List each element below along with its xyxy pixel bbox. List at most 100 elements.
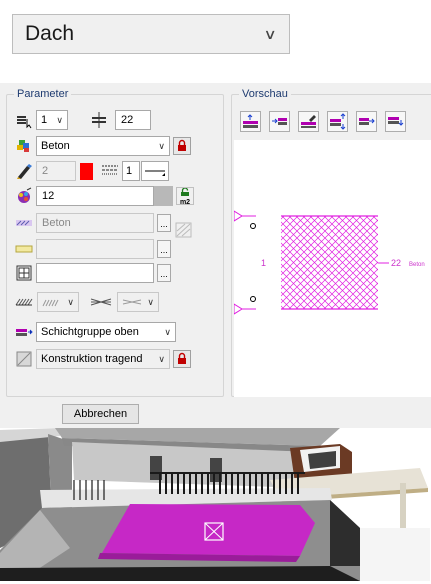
line-type-icon [101, 162, 119, 180]
section-icon [15, 264, 33, 282]
hatch-icon [15, 214, 33, 232]
row-count-thickness: 1 ∨ 22 [15, 109, 151, 131]
chevron-down-icon: ∨ [158, 353, 165, 364]
top-marker-icon [233, 210, 243, 222]
line-style-select[interactable] [141, 161, 169, 181]
thickness-input[interactable]: 22 [115, 110, 151, 130]
layer-add-right-button[interactable] [356, 111, 377, 132]
pattern-b-select[interactable]: ∨ [117, 292, 159, 312]
pen-input[interactable]: 2 [36, 161, 76, 181]
material-icon [15, 137, 33, 155]
layer-down-icon [388, 117, 404, 126]
cancel-button[interactable]: Abbrechen [62, 404, 139, 424]
component-type-dropdown[interactable]: Dach ∨ [12, 14, 290, 54]
lock-open-icon [180, 186, 190, 199]
bottom-marker-icon [233, 303, 243, 315]
layer-insert-button[interactable] [269, 111, 290, 132]
layer-preview-drawing: 1 22 Beton [233, 210, 425, 315]
layer-edit-button[interactable] [298, 111, 319, 132]
m2-lock-button[interactable]: m2 [176, 186, 194, 206]
m2-label: m2 [179, 198, 191, 206]
hatch-value: Beton [42, 217, 71, 229]
layer-count-select[interactable]: 1 ∨ [36, 110, 68, 130]
line-sample-icon [145, 170, 165, 176]
preview-canvas[interactable]: 1 22 Beton [233, 140, 431, 397]
line-type-input[interactable]: 1 [122, 161, 140, 181]
construction-value: Konstruktion tragend [41, 353, 143, 365]
chevron-down-icon: ∨ [263, 25, 277, 42]
thickness-value: 22 [121, 114, 134, 126]
browse-dots: ... [160, 245, 168, 255]
row-line-patterns: ∨ ∨ [15, 291, 159, 313]
preview-group-title: Vorschau [239, 88, 291, 100]
pattern-b-icon [89, 293, 112, 311]
lock-icon [177, 352, 187, 367]
construction-icon [15, 350, 33, 368]
pattern-a-select[interactable]: ∨ [37, 292, 79, 312]
construction-lock-button[interactable] [173, 350, 191, 368]
row-pen-line: 2 1 [15, 160, 169, 182]
lock-icon [177, 139, 187, 154]
material-label: Beton [409, 262, 425, 268]
priority-icon [15, 187, 33, 205]
chevron-down-icon: ∨ [158, 140, 165, 151]
layer-group-value: Schichtgruppe oben [41, 326, 139, 338]
row-hatch: Beton ... [15, 212, 193, 238]
layer-count-value: 1 [41, 114, 48, 126]
thickness-icon [90, 111, 108, 129]
layer-add-right-icon [359, 118, 375, 125]
layer-up-button[interactable] [240, 111, 261, 132]
section-input[interactable] [36, 263, 154, 283]
material-value: Beton [41, 140, 70, 152]
layer-index-label: 1 [261, 258, 266, 268]
component-type-value: Dach [25, 22, 75, 45]
layer-up-icon [243, 114, 258, 128]
row-section: ... [15, 262, 171, 284]
thickness-label: 22 [391, 258, 401, 268]
construction-select[interactable]: Konstruktion tragend ∨ [36, 349, 170, 369]
surface-input[interactable] [36, 239, 154, 259]
building-render-image [0, 428, 431, 581]
chevron-down-icon: ∨ [164, 326, 171, 337]
material-lock-button[interactable] [173, 137, 191, 155]
row-surface: ... [15, 238, 171, 260]
priority-spacer [154, 186, 173, 206]
parameter-group-title: Parameter [14, 88, 72, 100]
pattern-sample-icon [42, 299, 59, 307]
bottom-node-icon [250, 296, 256, 302]
row-layer-group: Schichtgruppe oben ∨ [15, 321, 176, 343]
chevron-down-icon: ∨ [147, 296, 154, 307]
hatch-input[interactable]: Beton [36, 213, 154, 233]
section-browse-button[interactable]: ... [157, 264, 171, 282]
row-material: Beton ∨ [15, 135, 191, 157]
layer-count-icon [15, 111, 33, 129]
chevron-down-icon: ∨ [67, 296, 74, 307]
layer-down-button[interactable] [385, 111, 406, 132]
building-3d-view[interactable] [0, 428, 431, 581]
layer-group-icon [15, 323, 33, 341]
browse-dots: ... [160, 219, 168, 229]
pen-value: 2 [42, 165, 49, 177]
layer-edit-icon [301, 115, 316, 128]
priority-input[interactable]: 12 [36, 186, 154, 206]
hatch-browse-button[interactable]: ... [157, 214, 171, 232]
browse-dots: ... [160, 269, 168, 279]
layer-hatch-fill [281, 216, 378, 309]
surface-browse-button[interactable]: ... [157, 240, 171, 258]
layer-dialog: Parameter 1 ∨ 22 Beton ∨ 2 1 12 m2 Beton… [0, 83, 431, 428]
surface-icon [15, 240, 33, 258]
layer-swap-icon [330, 113, 346, 130]
parameter-group: Parameter 1 ∨ 22 Beton ∨ 2 1 12 m2 Beton… [6, 88, 224, 397]
layer-swap-button[interactable] [327, 111, 348, 132]
layer-insert-icon [272, 118, 287, 125]
pattern-a-icon [15, 293, 33, 311]
row-construction: Konstruktion tragend ∨ [15, 348, 191, 370]
line-type-value: 1 [126, 165, 133, 177]
pen-color-swatch[interactable] [80, 162, 93, 180]
pen-icon [15, 162, 33, 180]
material-select[interactable]: Beton ∨ [36, 136, 170, 156]
layer-group-select[interactable]: Schichtgruppe oben ∨ [36, 322, 176, 342]
hatch-pattern-icon [175, 221, 193, 239]
chevron-down-icon: ∨ [56, 114, 63, 125]
top-node-icon [250, 223, 256, 229]
